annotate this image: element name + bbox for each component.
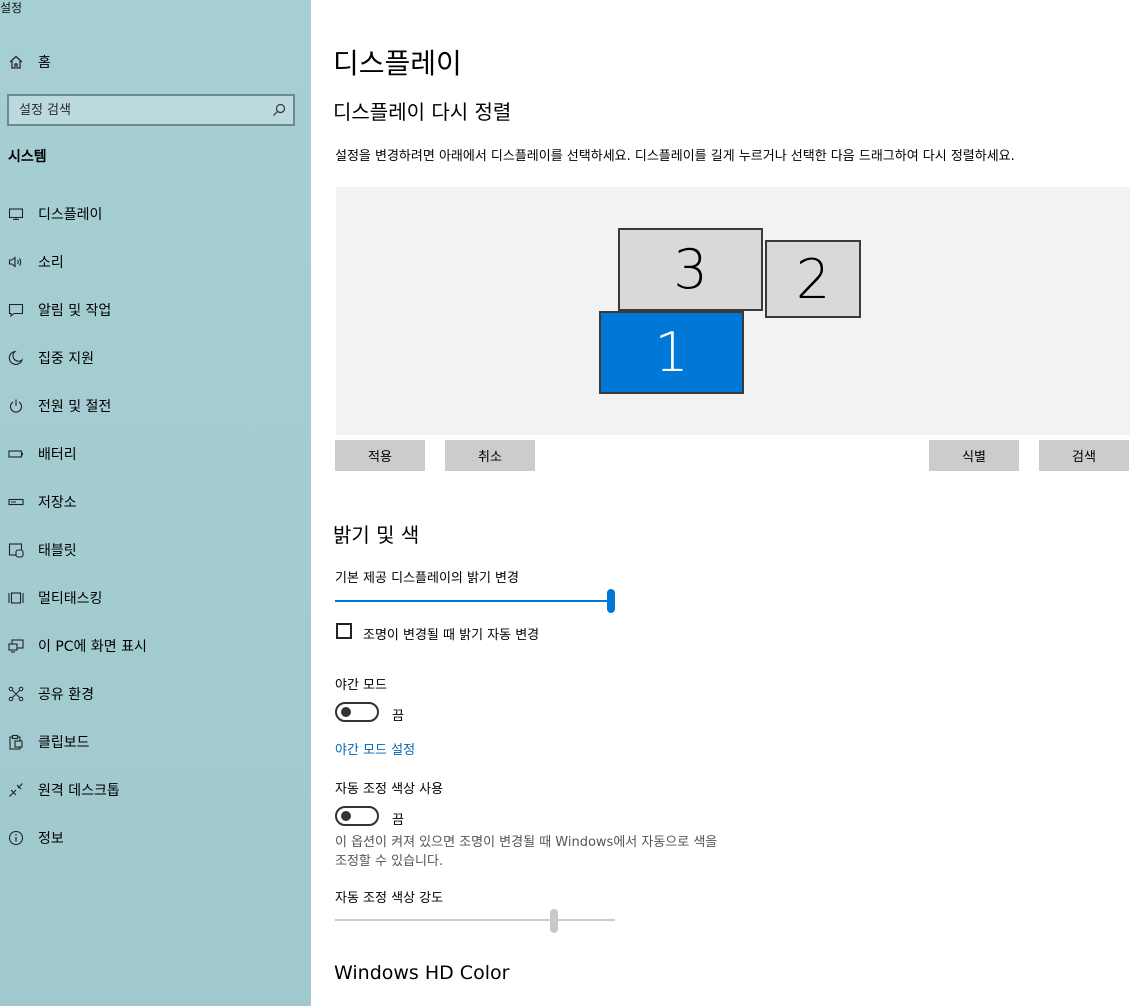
adaptive-strength-label: 자동 조정 색상 강도 (335, 891, 444, 906)
hd-color-heading: Windows HD Color (334, 962, 510, 984)
adaptive-color-help: 이 옵션이 켜져 있으면 조명이 변경될 때 Windows에서 자동으로 색을… (335, 833, 795, 871)
sidebar-item-label: 클립보드 (38, 735, 90, 751)
sidebar-item-label: 멀티태스킹 (38, 591, 103, 607)
search-input[interactable] (9, 96, 259, 124)
settings-search[interactable] (7, 94, 295, 126)
search-icon[interactable] (271, 102, 287, 118)
sidebar-item-label: 디스플레이 (38, 207, 103, 223)
share-icon (8, 686, 24, 702)
sidebar-item-sound[interactable]: 소리 (0, 238, 311, 286)
sidebar-item-label: 소리 (38, 255, 64, 271)
home-label: 홈 (38, 55, 51, 71)
sidebar-home[interactable]: 홈 (8, 52, 51, 72)
adaptive-color-label: 자동 조정 색상 사용 (335, 782, 444, 797)
toggle-knob (341, 811, 351, 821)
detect-button[interactable]: 검색 (1039, 440, 1129, 471)
remote-desktop-icon (8, 782, 24, 798)
night-light-state: 끔 (392, 709, 404, 724)
sidebar-item-label: 원격 데스크톱 (38, 783, 120, 799)
project-icon (8, 638, 24, 654)
sidebar-item-label: 집중 지원 (38, 351, 94, 367)
sidebar: 설정 홈 시스템 디스플레이 소리 알림 및 작업 집중 지원 (0, 0, 311, 1006)
sidebar-item-notifications[interactable]: 알림 및 작업 (0, 286, 311, 334)
adaptive-color-state: 끔 (392, 813, 404, 828)
sidebar-item-remote-desktop[interactable]: 원격 데스크톱 (0, 766, 311, 814)
sidebar-item-power[interactable]: 전원 및 절전 (0, 382, 311, 430)
apply-button[interactable]: 적용 (335, 440, 425, 471)
sidebar-item-label: 태블릿 (38, 543, 77, 559)
sidebar-item-focus-assist[interactable]: 집중 지원 (0, 334, 311, 382)
sidebar-item-tablet[interactable]: 태블릿 (0, 526, 311, 574)
display-arrangement-area[interactable]: 3 2 1 (336, 187, 1130, 435)
section-title: 시스템 (8, 149, 47, 165)
sidebar-item-multitasking[interactable]: 멀티태스킹 (0, 574, 311, 622)
night-light-label: 야간 모드 (335, 678, 387, 693)
sidebar-nav: 디스플레이 소리 알림 및 작업 집중 지원 전원 및 절전 배터리 저장소 태… (0, 190, 311, 862)
toggle-knob (341, 707, 351, 717)
brightness-slider[interactable] (335, 600, 611, 602)
sidebar-item-label: 정보 (38, 831, 64, 847)
sidebar-item-label: 공유 환경 (38, 687, 94, 703)
cancel-button[interactable]: 취소 (445, 440, 535, 471)
monitor-3[interactable]: 3 (618, 228, 763, 311)
tablet-icon (8, 542, 24, 558)
rearrange-description: 설정을 변경하려면 아래에서 디스플레이를 선택하세요. 디스플레이를 길게 누… (335, 149, 1015, 164)
adaptive-color-toggle[interactable] (335, 806, 379, 826)
sidebar-item-label: 저장소 (38, 495, 77, 511)
page-title: 디스플레이 (333, 47, 462, 80)
speaker-icon (8, 254, 24, 270)
storage-icon (8, 494, 24, 510)
moon-icon (8, 350, 24, 366)
adaptive-strength-slider[interactable] (335, 919, 615, 921)
sidebar-item-shared-experiences[interactable]: 공유 환경 (0, 670, 311, 718)
monitor-1-selected[interactable]: 1 (599, 311, 744, 394)
main-content: 디스플레이 디스플레이 다시 정렬 설정을 변경하려면 아래에서 디스플레이를 … (311, 0, 1130, 1006)
brightness-color-heading: 밝기 및 색 (333, 523, 420, 547)
adaptive-color-help-line2: 조정할 수 있습니다. (335, 854, 444, 869)
sidebar-item-label: 이 PC에 화면 표시 (38, 639, 147, 655)
adaptive-color-help-line1: 이 옵션이 켜져 있으면 조명이 변경될 때 Windows에서 자동으로 색을 (335, 835, 718, 850)
brightness-slider-label: 기본 제공 디스플레이의 밝기 변경 (335, 571, 519, 586)
app-title: 설정 (0, 1, 23, 15)
sidebar-item-project-to-pc[interactable]: 이 PC에 화면 표시 (0, 622, 311, 670)
home-icon (8, 54, 24, 70)
clipboard-icon (8, 734, 24, 750)
notification-icon (8, 302, 24, 318)
monitor-icon (8, 206, 24, 222)
sidebar-item-clipboard[interactable]: 클립보드 (0, 718, 311, 766)
adaptive-strength-slider-thumb[interactable] (550, 909, 558, 933)
monitor-2[interactable]: 2 (765, 240, 861, 318)
auto-brightness-label: 조명이 변경될 때 밝기 자동 변경 (363, 628, 540, 643)
night-light-toggle[interactable] (335, 702, 379, 722)
night-light-settings-link[interactable]: 야간 모드 설정 (335, 739, 415, 758)
battery-icon (8, 446, 24, 462)
sidebar-item-label: 배터리 (38, 447, 77, 463)
sidebar-item-storage[interactable]: 저장소 (0, 478, 311, 526)
brightness-slider-thumb[interactable] (607, 589, 615, 613)
sidebar-item-display[interactable]: 디스플레이 (0, 190, 311, 238)
sidebar-item-label: 알림 및 작업 (38, 303, 112, 319)
rearrange-heading: 디스플레이 다시 정렬 (333, 100, 512, 124)
sidebar-item-about[interactable]: 정보 (0, 814, 311, 862)
power-icon (8, 398, 24, 414)
sidebar-item-battery[interactable]: 배터리 (0, 430, 311, 478)
sidebar-item-label: 전원 및 절전 (38, 399, 112, 415)
info-icon (8, 830, 24, 846)
auto-brightness-checkbox[interactable] (336, 623, 352, 639)
identify-button[interactable]: 식별 (929, 440, 1019, 471)
multitasking-icon (8, 590, 24, 606)
